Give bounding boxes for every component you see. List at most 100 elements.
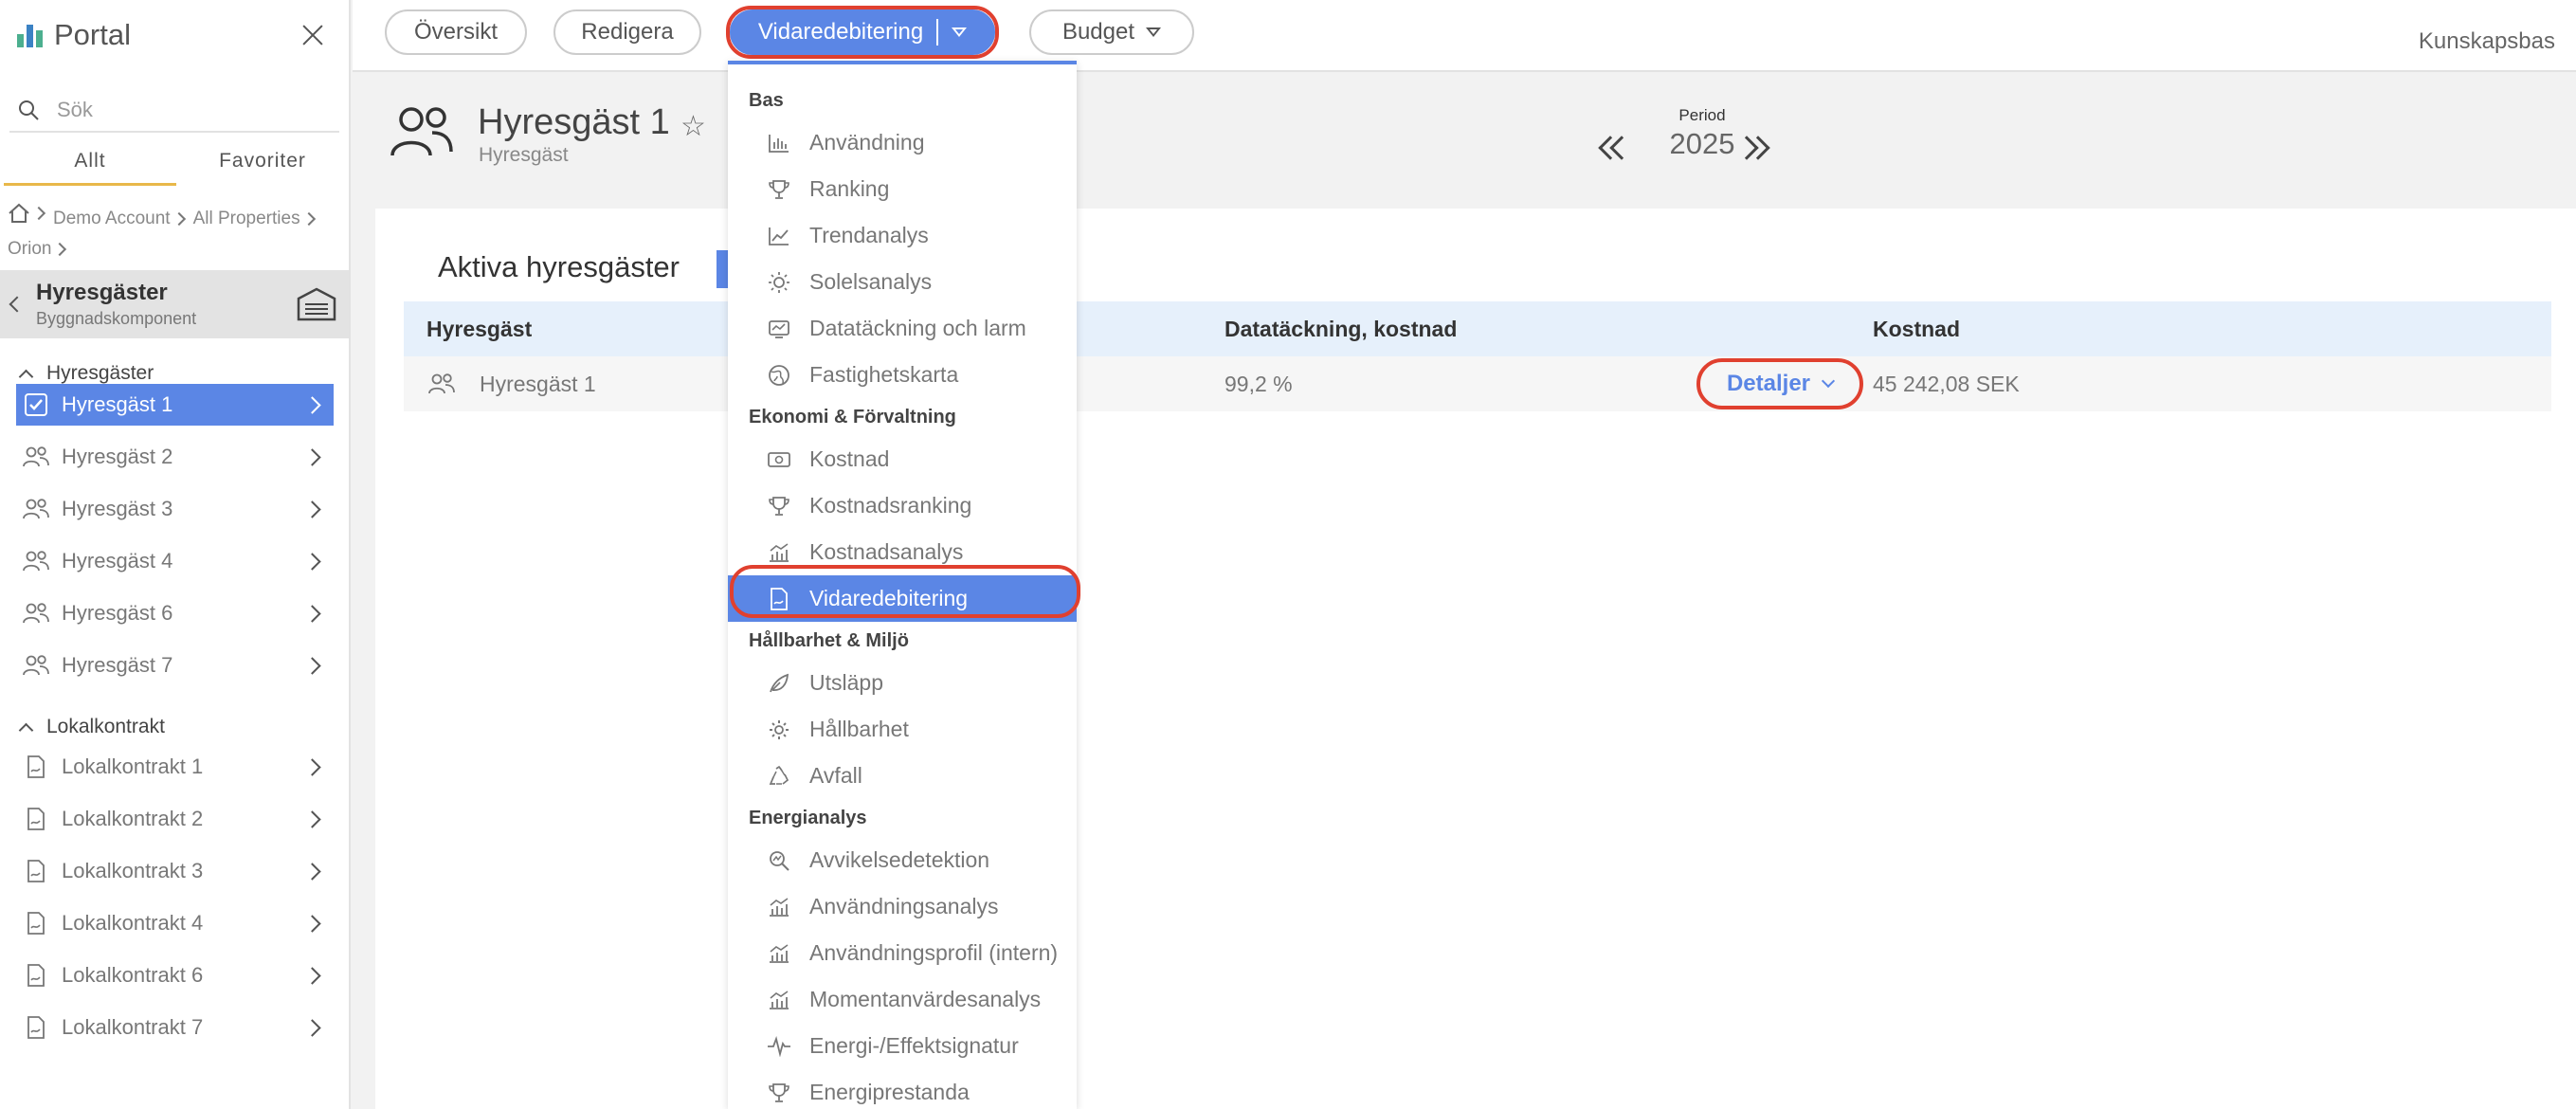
sidebar-item-hyresgast-4[interactable]: Hyresgäst 4	[16, 540, 334, 582]
dropdown-caret-icon[interactable]	[952, 27, 968, 37]
details-label: Detaljer	[1726, 371, 1811, 396]
menu-item-anvandningsanalys[interactable]: Användningsanalys	[728, 883, 1077, 930]
menu-item-utslapp[interactable]: Utsläpp	[728, 660, 1077, 706]
sidebar-item-lokalkontrakt-2[interactable]: Lokalkontrakt 2	[16, 798, 334, 840]
contract-icon	[27, 1016, 45, 1039]
menu-item-label: Fastighetskarta	[809, 362, 959, 387]
sidebar-item-label: Hyresgäst 3	[62, 497, 173, 520]
back-chevron-icon[interactable]	[9, 296, 26, 313]
menu-item-solelsanalys[interactable]: Solelsanalys	[728, 259, 1077, 305]
chevron-right-icon	[303, 862, 321, 881]
breadcrumb-demo-account[interactable]: Demo Account	[53, 204, 171, 234]
previous-period-icon[interactable]	[1594, 133, 1634, 161]
tab-favorites[interactable]: Favoriter	[176, 144, 349, 186]
menu-item-label: Solelsanalys	[809, 269, 933, 294]
context-header[interactable]: Hyresgäster Byggnadskomponent	[0, 270, 349, 338]
menu-item-trendanalys[interactable]: Trendanalys	[728, 212, 1077, 259]
menu-item-fastighetskarta[interactable]: Fastighetskarta	[728, 352, 1077, 398]
sidebar-item-lokalkontrakt-3[interactable]: Lokalkontrakt 3	[16, 850, 334, 892]
tab-vidaredebitering[interactable]: Vidaredebitering	[730, 9, 995, 55]
knowledge-base-link[interactable]: Kunskapsbas	[2419, 28, 2555, 55]
menu-item-label: Avfall	[809, 763, 862, 788]
chevron-right-icon	[303, 552, 321, 571]
page-title: Hyresgäst 1	[478, 102, 670, 142]
analysis-chart-icon	[770, 943, 789, 963]
tab-oversikt[interactable]: Översikt	[385, 9, 527, 55]
menu-group-title: Energianalys	[749, 808, 867, 828]
sidebar-item-hyresgast-3[interactable]: Hyresgäst 3	[16, 488, 334, 530]
collapse-icon[interactable]	[18, 722, 34, 737]
menu-item-label: Energiprestanda	[809, 1080, 970, 1104]
search-bar	[9, 89, 339, 133]
sidebar-item-hyresgast-1[interactable]: Hyresgäst 1	[16, 384, 334, 426]
sidebar-item-label: Hyresgäst 6	[62, 601, 173, 625]
tenant-name[interactable]: Hyresgäst 1	[480, 356, 596, 411]
tab-redigera[interactable]: Redigera	[553, 9, 701, 55]
search-input[interactable]	[57, 98, 303, 122]
chevron-right-icon	[303, 757, 321, 776]
menu-item-kostnad[interactable]: Kostnad	[728, 436, 1077, 482]
section-lokalkontrakt[interactable]: Lokalkontrakt	[0, 697, 349, 740]
context-subtitle: Byggnadskomponent	[36, 309, 197, 328]
sidebar-item-lokalkontrakt-4[interactable]: Lokalkontrakt 4	[16, 902, 334, 944]
sidebar-item-lokalkontrakt-7[interactable]: Lokalkontrakt 7	[16, 1007, 334, 1048]
breadcrumb-orion[interactable]: Orion	[8, 234, 51, 264]
sidebar-item-hyresgast-6[interactable]: Hyresgäst 6	[16, 592, 334, 634]
tab-budget[interactable]: Budget	[1029, 9, 1194, 55]
menu-item-ranking[interactable]: Ranking	[728, 166, 1077, 212]
sidebar-item-label: Lokalkontrakt 4	[62, 911, 204, 935]
sidebar-item-hyresgast-7[interactable]: Hyresgäst 7	[16, 645, 334, 686]
home-icon[interactable]	[8, 203, 30, 224]
menu-item-label: Ranking	[809, 176, 890, 201]
tab-all[interactable]: Allt	[4, 144, 176, 186]
sidebar-item-lokalkontrakt-6[interactable]: Lokalkontrakt 6	[16, 954, 334, 996]
table-row[interactable]: Hyresgäst 1 99,2 % 45 242,08 SEK	[404, 356, 2551, 411]
menu-item-anvandning[interactable]: Användning	[728, 119, 1077, 166]
coverage-value: 99,2 %	[1225, 372, 1293, 396]
menu-item-label: Kostnadsranking	[809, 493, 972, 518]
sidebar-item-hyresgast-2[interactable]: Hyresgäst 2	[16, 436, 334, 478]
contract-icon	[27, 912, 45, 935]
breadcrumb: Demo Account All Properties Orion	[0, 186, 349, 264]
people-icon	[426, 372, 457, 402]
menu-item-kostnadsanalys[interactable]: Kostnadsanalys	[728, 529, 1077, 575]
menu-item-anvandningsprofil-intern[interactable]: Användningsprofil (intern)	[728, 930, 1077, 976]
menu-item-hallbarhet[interactable]: Hållbarhet	[728, 706, 1077, 753]
menu-item-vidaredebitering[interactable]: Vidaredebitering	[728, 575, 1077, 622]
details-button[interactable]: Detaljer	[1696, 358, 1863, 409]
menu-item-energiprestanda[interactable]: Energiprestanda	[728, 1069, 1077, 1109]
chevron-right-icon	[303, 966, 321, 985]
menu-item-datatackning-och-larm[interactable]: Datatäckning och larm	[728, 305, 1077, 352]
contract-icon	[27, 755, 45, 778]
close-icon[interactable]	[294, 16, 332, 54]
sidebar-item-lokalkontrakt-1[interactable]: Lokalkontrakt 1	[16, 746, 334, 788]
menu-group-title: Hållbarhet & Miljö	[749, 630, 909, 651]
breadcrumb-all-properties[interactable]: All Properties	[193, 204, 300, 234]
menu-item-momentanvardesanalys[interactable]: Momentanvärdesanalys	[728, 976, 1077, 1023]
menu-item-label: Energi-/Effektsignatur	[809, 1033, 1019, 1058]
sidebar-item-label: Hyresgäst 4	[62, 549, 173, 573]
menu-item-energi-effektsignatur[interactable]: Energi-/Effektsignatur	[728, 1023, 1077, 1069]
leaf-icon	[770, 673, 789, 692]
menu-item-label: Kostnad	[809, 446, 890, 471]
magnifier-chart-icon	[770, 850, 789, 871]
section-hyresgaster[interactable]: Hyresgäster	[0, 338, 349, 384]
column-header-tenant[interactable]: Hyresgäst	[426, 301, 532, 356]
chevron-right-icon	[303, 809, 321, 828]
menu-item-label: Användningsanalys	[809, 894, 999, 918]
column-header-coverage[interactable]: Datatäckning, kostnad	[1225, 301, 1457, 356]
analysis-chart-icon	[770, 990, 789, 1009]
menu-item-avvikelsedetektion[interactable]: Avvikelsedetektion	[728, 837, 1077, 883]
sidebar-item-label: Lokalkontrakt 7	[62, 1015, 204, 1039]
chevron-right-icon	[303, 656, 321, 675]
menu-item-kostnadsranking[interactable]: Kostnadsranking	[728, 482, 1077, 529]
analysis-chart-icon	[770, 897, 789, 917]
collapse-icon[interactable]	[18, 369, 34, 384]
card-title: Aktiva hyresgäster	[438, 250, 680, 283]
menu-item-label: Vidaredebitering	[809, 586, 969, 610]
favorite-star-icon[interactable]: ☆	[680, 110, 706, 143]
next-period-icon[interactable]	[1734, 133, 1770, 161]
column-header-cost[interactable]: Kostnad	[1873, 301, 1960, 356]
chevron-right-icon	[303, 914, 321, 933]
menu-item-avfall[interactable]: Avfall	[728, 753, 1077, 799]
